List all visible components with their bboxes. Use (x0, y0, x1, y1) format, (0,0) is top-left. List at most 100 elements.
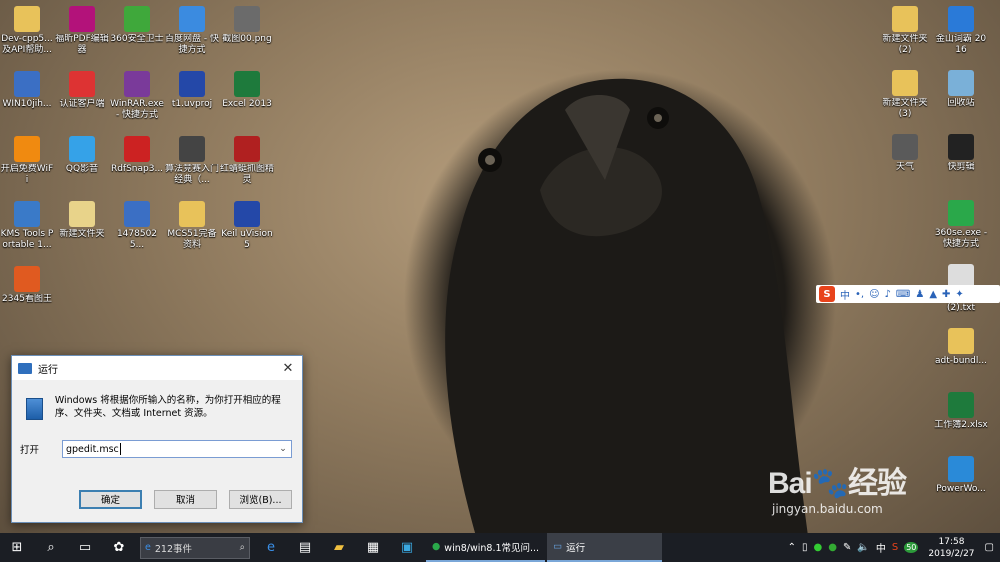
keil-icon (179, 71, 205, 97)
edge-small-icon: e (145, 542, 151, 553)
desktop-icon[interactable]: 新建文件夹 (55, 201, 109, 240)
run-large-icon (26, 398, 43, 420)
run-dialog: 运行 ✕ Windows 将根据你所输入的名称，为你打开相应的程序、文件夹、文档… (11, 355, 303, 523)
network-icon[interactable]: ▯ (802, 542, 808, 553)
task-run[interactable]: ▭ 运行 (547, 533, 663, 562)
desktop-icon-label: RdfSnap3... (110, 164, 164, 174)
desktop-icon[interactable]: 截图00.png (220, 6, 274, 45)
notifications-icon[interactable]: ▢ (985, 542, 994, 553)
desktop-icon[interactable]: Dev-cpp5... 及API帮助... (0, 6, 54, 56)
desktop-icon-label: 新建文件夹 (59, 229, 105, 239)
desktop-icon-label: 百度网盘 - 快捷方式 (165, 34, 219, 55)
security-badge[interactable]: 50 (904, 542, 919, 553)
chevron-down-icon[interactable]: ⌄ (275, 444, 291, 454)
skin-icon[interactable]: ▲ (929, 289, 937, 300)
chevron-up-icon[interactable]: ⌃ (788, 542, 796, 553)
desktop-icon-label: WinRAR.exe - 快捷方式 (110, 99, 164, 120)
pc-icon[interactable]: ▤ (288, 533, 322, 562)
open-label: 打开 (20, 445, 40, 456)
file-explorer-icon[interactable]: ▰ (322, 533, 356, 562)
desktop-icon-label: Keil uVision5 (221, 229, 273, 250)
taskbar-search-box[interactable]: e 212事件 ⌕ (140, 536, 250, 559)
desktop-icon[interactable]: 新建文件夹 (3) (878, 70, 932, 120)
desktop-icon-label: 福昕PDF编辑器 (55, 34, 109, 55)
desktop-icon[interactable]: 福昕PDF编辑器 (55, 6, 109, 56)
run-input[interactable]: gpedit.msc ⌄ (62, 440, 292, 458)
client-icon (69, 71, 95, 97)
task-browser[interactable]: ● win8/win8.1常见问... (426, 533, 546, 562)
desktop-icon[interactable]: QQ影音 (55, 136, 109, 175)
browse-button[interactable]: 浏览(B)... (229, 489, 292, 509)
foxit-icon (69, 6, 95, 32)
toolbox-icon[interactable]: ✚ (942, 289, 950, 300)
user-icon[interactable]: ♟ (915, 289, 924, 300)
desktop-icon[interactable]: 360se.exe - 快捷方式 (934, 200, 988, 250)
desktop-icon[interactable]: 回收站 (934, 70, 988, 109)
desktop-icon[interactable]: 算法竞赛入门经典（... (165, 136, 219, 186)
sogou-ime-icon[interactable]: S (819, 286, 835, 302)
wechat-icon[interactable]: ● (814, 542, 823, 553)
desktop-icon[interactable]: 快剪辑 (934, 134, 988, 173)
settings-icon[interactable]: ✦ (955, 289, 963, 300)
ok-button[interactable]: 确定 (79, 489, 142, 509)
ime-mode[interactable]: 中 (840, 287, 850, 302)
emoji-icon[interactable]: ☺ (869, 289, 879, 300)
desktop-icon[interactable]: 2345看图王 (0, 266, 54, 305)
watermark-brand: Bai (768, 467, 813, 500)
clock[interactable]: 17:58 2019/2/27 (924, 536, 978, 560)
desktop-icon[interactable]: 360安全卫士 (110, 6, 164, 45)
desktop-icon[interactable]: Excel 2013 (220, 71, 274, 110)
sogou-tray-icon[interactable]: S (892, 542, 898, 553)
search-icon[interactable]: ⌕ (34, 533, 68, 562)
close-icon[interactable]: ✕ (274, 361, 302, 376)
desktop-icon[interactable]: 百度网盘 - 快捷方式 (165, 6, 219, 56)
desktop-icon[interactable]: 工作簿2.xlsx (934, 392, 988, 431)
desktop-icon[interactable]: RdfSnap3... (110, 136, 164, 175)
desktop-icon[interactable]: WIN10jih... (0, 71, 54, 110)
ime-toolbar[interactable]: S 中 •, ☺ ♪ ⌨ ♟ ▲ ✚ ✦ (816, 285, 1000, 303)
store-icon[interactable]: ▦ (356, 533, 390, 562)
edge-icon[interactable]: e (254, 533, 288, 562)
desktop-icon[interactable]: t1.uvproj (165, 71, 219, 110)
ime-lang[interactable]: 中 (876, 540, 886, 555)
wifi-icon (14, 136, 40, 162)
punctuation-icon[interactable]: •, (855, 289, 864, 300)
desktop-icon[interactable]: KMS Tools Portable 1... (0, 201, 54, 251)
desktop-icon[interactable]: 开启免费WiFi (0, 136, 54, 186)
desktop-icon[interactable]: 14785025... (110, 201, 164, 251)
360-icon[interactable]: ● (828, 542, 837, 553)
desktop-icon[interactable]: 天气 (878, 134, 932, 173)
desktop-icon[interactable]: Keil uVision5 (220, 201, 274, 251)
desktop-icon[interactable]: 认证客户端 (55, 71, 109, 110)
desktop-icon-label: 360se.exe - 快捷方式 (934, 228, 988, 249)
archive-icon (14, 71, 40, 97)
shield-icon (124, 6, 150, 32)
desktop-icon[interactable]: 新建文件夹 (2) (878, 6, 932, 56)
voice-icon[interactable]: ♪ (885, 289, 891, 300)
recycle-bin-icon (948, 70, 974, 96)
windows-start-icon[interactable]: ⊞ (0, 533, 34, 562)
desktop-icon[interactable]: MCS51完备资料 (165, 201, 219, 251)
desktop-icon-label: KMS Tools Portable 1... (0, 229, 54, 250)
dragonfly-icon (234, 136, 260, 162)
task-view-icon[interactable]: ▭ (68, 533, 102, 562)
desktop-icon[interactable]: WinRAR.exe - 快捷方式 (110, 71, 164, 121)
task-run-label: 运行 (566, 542, 586, 554)
keyboard-icon[interactable]: ⌨ (896, 289, 910, 300)
run-titlebar[interactable]: 运行 ✕ (12, 356, 302, 380)
viewer-icon (14, 266, 40, 292)
desktop-icon-label: WIN10jih... (2, 99, 52, 109)
desktop-icon[interactable]: 金山词霸 2016 (934, 6, 988, 56)
desktop-icon[interactable]: 红蜻蜓抓图精灵 (220, 136, 274, 186)
cancel-button[interactable]: 取消 (154, 489, 217, 509)
volume-icon[interactable]: 🔈 (857, 542, 869, 553)
screenshot-app-icon[interactable]: ▣ (390, 533, 424, 562)
browser-icon (948, 200, 974, 226)
browser-icon: ● (432, 541, 441, 552)
desktop-icon[interactable]: adt-bundl... (934, 328, 988, 367)
run-icon: ▭ (553, 541, 563, 552)
dict-icon (948, 6, 974, 32)
clip-icon (948, 134, 974, 160)
pen-icon[interactable]: ✎ (843, 542, 851, 553)
pinwheel-icon[interactable]: ✿ (102, 533, 136, 562)
